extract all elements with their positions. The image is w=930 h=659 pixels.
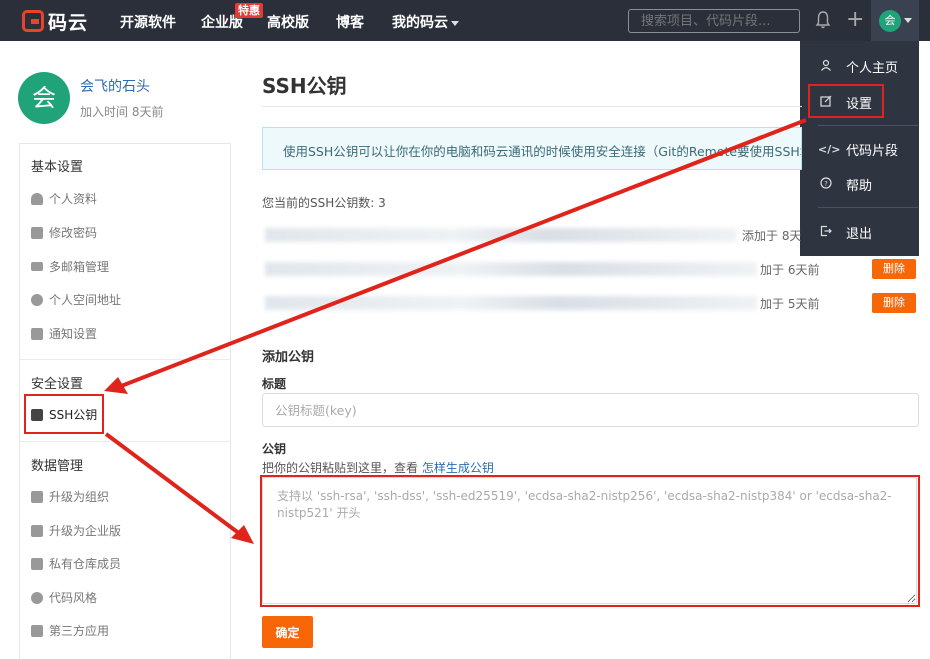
sidebar-item-label: 第三方应用 bbox=[49, 624, 110, 638]
menu-divider bbox=[818, 125, 918, 126]
bell-icon[interactable] bbox=[815, 10, 831, 30]
sidebar-item-label: 修改密码 bbox=[49, 226, 98, 240]
sidebar-item-label: 多邮箱管理 bbox=[49, 260, 110, 274]
key-added-time: 加于 6天前 bbox=[760, 263, 820, 277]
top-navbar: 码云 开源软件 企业版 特惠 高校版 博客 我的码云 + 会 bbox=[0, 0, 930, 41]
sidebar-section-security: 安全设置 bbox=[31, 377, 84, 392]
person-icon bbox=[818, 59, 834, 74]
logo-text: 码云 bbox=[48, 11, 89, 34]
chevron-down-icon bbox=[451, 20, 459, 26]
rocket-icon bbox=[31, 624, 43, 637]
sidebar-section-basic: 基本设置 bbox=[31, 160, 84, 175]
key-fingerprint-blurred bbox=[265, 228, 737, 242]
sidebar-section-data: 数据管理 bbox=[31, 459, 84, 474]
menu-item-label: 退出 bbox=[846, 226, 873, 242]
search-input[interactable] bbox=[628, 9, 800, 33]
key-fingerprint-blurred bbox=[265, 296, 757, 310]
promo-badge: 特惠 bbox=[235, 3, 263, 18]
envelope-icon bbox=[31, 262, 43, 271]
menu-item-profile[interactable]: 个人主页 bbox=[800, 50, 919, 82]
sidebar-item-code-style[interactable]: 代码风格 bbox=[31, 589, 97, 606]
key-label: 公钥 bbox=[262, 442, 287, 456]
key-hint: 把你的公钥粘贴到这里，查看 怎样生成公钥 bbox=[262, 459, 494, 476]
title-divider bbox=[262, 106, 802, 107]
menu-item-logout[interactable]: 退出 bbox=[800, 216, 919, 248]
sidebar-item-third-party[interactable]: 第三方应用 bbox=[31, 622, 109, 639]
key-fingerprint-blurred bbox=[265, 262, 757, 276]
compass-icon bbox=[31, 293, 43, 306]
key-added-time: 加于 5天前 bbox=[760, 297, 820, 311]
sidebar-item-profile[interactable]: 个人资料 bbox=[31, 190, 97, 207]
info-banner: 使用SSH公钥可以让你在你的电脑和码云通讯的时候使用安全连接（Git的Remot… bbox=[262, 127, 802, 170]
lock-icon bbox=[31, 226, 43, 239]
profile-avatar[interactable]: 会 bbox=[18, 72, 70, 124]
volume-icon bbox=[31, 327, 43, 340]
sidebar-item-password[interactable]: 修改密码 bbox=[31, 224, 97, 241]
sidebar-item-private-members[interactable]: 私有仓库成员 bbox=[31, 555, 121, 572]
delete-key-button[interactable]: 删除 bbox=[872, 259, 916, 279]
gitee-logo[interactable]: 码云 bbox=[22, 8, 88, 34]
sidebar-item-label: 升级为企业版 bbox=[49, 524, 122, 538]
menu-item-snippets[interactable]: </> 代码片段 bbox=[800, 133, 919, 165]
key-added-time: 添加于 8天 bbox=[742, 229, 802, 243]
plus-icon[interactable]: + bbox=[846, 9, 864, 31]
contact-icon bbox=[31, 557, 43, 570]
menu-item-label: 代码片段 bbox=[846, 143, 899, 159]
sidebar-item-upgrade-enterprise[interactable]: 升级为企业版 bbox=[31, 522, 121, 539]
add-key-heading: 添加公钥 bbox=[262, 350, 315, 365]
arrow-head bbox=[231, 525, 254, 544]
sidebar-item-label: 代码风格 bbox=[49, 591, 98, 605]
sidebar-item-label: 个人空间地址 bbox=[49, 293, 122, 307]
nav-open-source[interactable]: 开源软件 bbox=[120, 12, 176, 32]
highlight-settings bbox=[808, 84, 884, 118]
sidebar-item-notifications[interactable]: 通知设置 bbox=[31, 325, 97, 342]
svg-text:?: ? bbox=[824, 180, 828, 188]
logo-icon bbox=[22, 10, 44, 32]
sidebar-item-upgrade-org[interactable]: 升级为组织 bbox=[31, 488, 109, 505]
sidebar-item-label: 私有仓库成员 bbox=[49, 557, 122, 571]
help-icon: ? bbox=[818, 176, 834, 192]
nav-university[interactable]: 高校版 bbox=[267, 12, 309, 32]
caret-down-icon bbox=[904, 18, 912, 23]
title-label: 标题 bbox=[262, 377, 287, 391]
sidebar-item-space-url[interactable]: 个人空间地址 bbox=[31, 291, 121, 308]
sidebar-item-emails[interactable]: 多邮箱管理 bbox=[31, 258, 109, 275]
submit-button[interactable]: 确定 bbox=[262, 616, 313, 648]
menu-item-label: 个人主页 bbox=[846, 60, 899, 76]
sidebar-divider bbox=[20, 441, 231, 442]
sidebar-item-label: 个人资料 bbox=[49, 192, 98, 206]
avatar: 会 bbox=[879, 10, 901, 32]
profile-name[interactable]: 会飞的石头 bbox=[80, 76, 150, 96]
building-icon bbox=[31, 524, 43, 537]
user-dropdown-menu: 个人主页 设置 </> 代码片段 ? 帮助 退出 bbox=[800, 41, 919, 256]
highlight-ssh-keys bbox=[24, 394, 104, 434]
users-icon bbox=[31, 490, 43, 503]
user-menu-toggle[interactable]: 会 bbox=[871, 0, 919, 41]
nav-my-gitee[interactable]: 我的码云 bbox=[392, 12, 459, 32]
profile-joined: 加入时间 8天前 bbox=[80, 105, 164, 119]
menu-item-help[interactable]: ? 帮助 bbox=[800, 168, 919, 200]
logout-icon bbox=[818, 225, 834, 240]
sidebar-item-label: 升级为组织 bbox=[49, 490, 110, 504]
key-title-input[interactable] bbox=[262, 393, 919, 427]
key-hint-text: 把你的公钥粘贴到这里，查看 bbox=[262, 461, 422, 475]
menu-item-label: 帮助 bbox=[846, 178, 873, 194]
ssh-key-count: 您当前的SSH公钥数: 3 bbox=[262, 196, 386, 210]
page-title: SSH公钥 bbox=[262, 74, 347, 98]
how-to-generate-link[interactable]: 怎样生成公钥 bbox=[422, 461, 494, 475]
sidebar-item-label: 通知设置 bbox=[49, 327, 98, 341]
sidebar-divider bbox=[20, 359, 231, 360]
code-icon: </> bbox=[818, 142, 841, 156]
palette-icon bbox=[31, 591, 43, 604]
user-icon bbox=[31, 192, 43, 205]
highlight-key-textarea bbox=[260, 475, 920, 607]
nav-blog[interactable]: 博客 bbox=[336, 12, 364, 32]
menu-divider bbox=[818, 207, 918, 208]
nav-my-gitee-label: 我的码云 bbox=[392, 15, 448, 31]
delete-key-button[interactable]: 删除 bbox=[872, 293, 916, 313]
